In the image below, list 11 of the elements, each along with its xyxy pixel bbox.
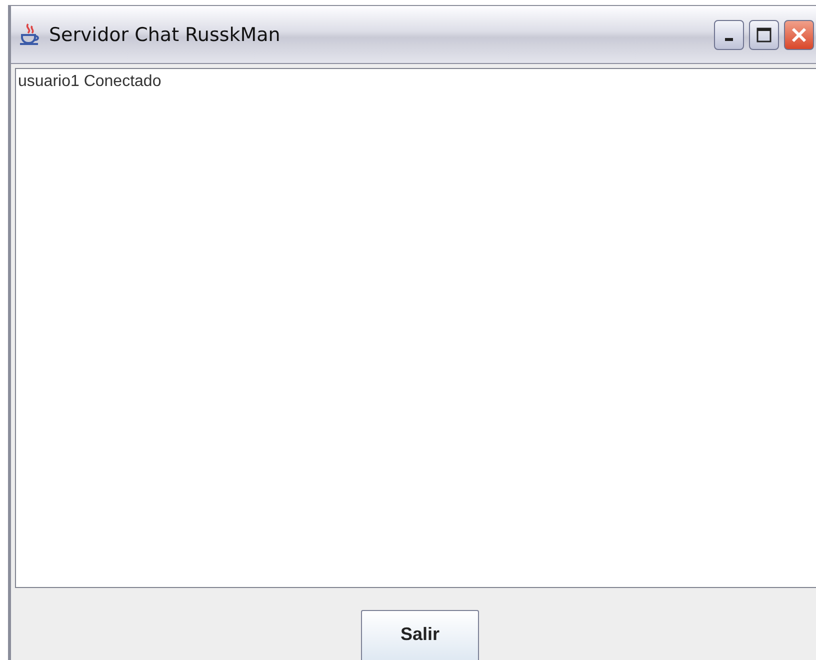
log-line: usuario1 Conectado xyxy=(18,73,162,91)
window-title: Servidor Chat RusskMan xyxy=(49,24,282,46)
maximize-icon xyxy=(756,26,772,42)
log-area[interactable]: usuario1 Conectado xyxy=(15,68,816,588)
minimize-icon xyxy=(725,38,733,41)
close-button[interactable] xyxy=(784,20,814,50)
close-icon xyxy=(790,26,808,44)
maximize-button[interactable] xyxy=(749,20,779,50)
minimize-button[interactable] xyxy=(714,20,744,50)
coffee-cup-icon xyxy=(19,22,41,46)
exit-button[interactable]: Salir xyxy=(361,610,479,660)
